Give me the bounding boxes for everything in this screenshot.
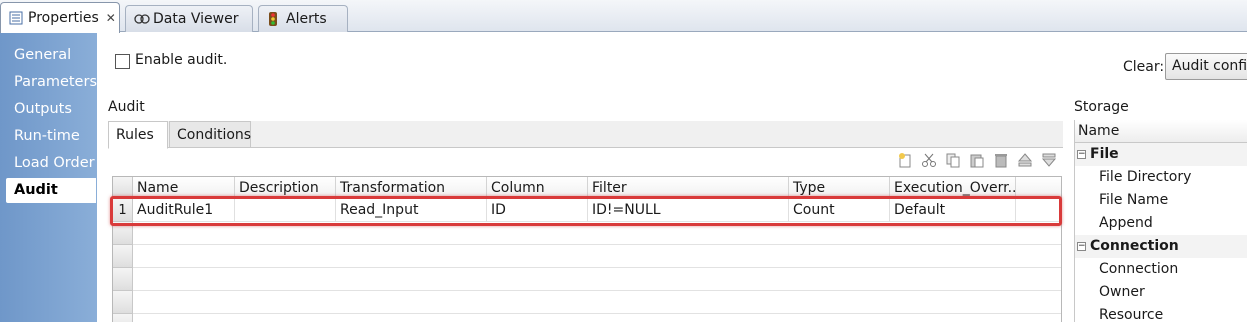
paste-icon[interactable] (967, 151, 987, 169)
data-viewer-icon (134, 12, 150, 26)
empty-row (113, 268, 1061, 291)
storage-group-connection[interactable]: − Connection (1075, 235, 1247, 258)
nav-item-outputs[interactable]: Outputs (6, 97, 96, 122)
row-highlight-box (110, 196, 1062, 226)
collapse-icon[interactable]: − (1077, 241, 1086, 251)
audit-section-title: Audit (108, 99, 145, 115)
new-rule-icon[interactable] (895, 151, 915, 169)
empty-row (113, 245, 1061, 268)
tab-rules[interactable]: Rules (108, 121, 168, 149)
cut-icon[interactable] (919, 151, 939, 169)
properties-nav: General Parameters Outputs Run-time Load… (0, 33, 97, 322)
collapse-icon[interactable]: − (1077, 149, 1086, 159)
copy-icon[interactable] (943, 151, 963, 169)
storage-item-file-directory[interactable]: File Directory (1075, 166, 1191, 189)
move-down-icon[interactable] (1039, 151, 1059, 169)
storage-item-connection[interactable]: Connection (1075, 258, 1178, 281)
tab-alerts[interactable]: Alerts (258, 5, 348, 32)
row-header (113, 245, 133, 268)
clear-dropdown[interactable]: Audit configuration (1165, 53, 1247, 80)
nav-item-general[interactable]: General (6, 43, 96, 68)
alerts-icon (267, 12, 281, 26)
storage-table: Name − File File Directory File Name Appe… (1074, 120, 1247, 322)
editor-tab-bar: Properties ✕ Data Viewer Alerts (0, 0, 1247, 33)
tab-properties-label: Properties (28, 10, 99, 26)
storage-item-file-name[interactable]: File Name (1075, 189, 1168, 212)
enable-audit-checkbox[interactable] (115, 54, 130, 69)
nav-item-load-order[interactable]: Load Order (6, 151, 96, 176)
tab-properties[interactable]: Properties ✕ (0, 2, 120, 33)
nav-item-run-time[interactable]: Run-time (6, 124, 96, 149)
storage-item-resource[interactable]: Resource (1075, 304, 1163, 322)
row-header (113, 268, 133, 291)
enable-audit-label: Enable audit. (135, 52, 228, 68)
tab-conditions[interactable]: Conditions (169, 121, 251, 148)
clear-label: Clear: (1123, 59, 1165, 75)
storage-group-label: Connection (1090, 238, 1179, 254)
row-header (113, 291, 133, 314)
row-header (113, 314, 133, 322)
rules-toolbar (895, 150, 1059, 170)
move-up-icon[interactable] (1015, 151, 1035, 169)
storage-group-label: File (1090, 146, 1119, 162)
storage-column-header[interactable]: Name (1075, 120, 1247, 143)
delete-icon[interactable] (991, 151, 1011, 169)
storage-group-file[interactable]: − File (1075, 143, 1247, 166)
storage-item-owner[interactable]: Owner (1075, 281, 1145, 304)
empty-row (113, 314, 1061, 322)
tab-data-viewer-label: Data Viewer (153, 11, 239, 27)
audit-subtabs: Rules Conditions (108, 121, 1063, 149)
storage-section-title: Storage (1074, 99, 1129, 115)
empty-row (113, 291, 1061, 314)
close-icon[interactable]: ✕ (106, 11, 116, 25)
nav-item-audit[interactable]: Audit (6, 178, 96, 203)
tab-alerts-label: Alerts (286, 11, 327, 27)
tab-data-viewer[interactable]: Data Viewer (125, 5, 253, 32)
properties-icon (9, 11, 23, 25)
nav-item-parameters[interactable]: Parameters (6, 70, 97, 95)
storage-item-append[interactable]: Append (1075, 212, 1153, 235)
